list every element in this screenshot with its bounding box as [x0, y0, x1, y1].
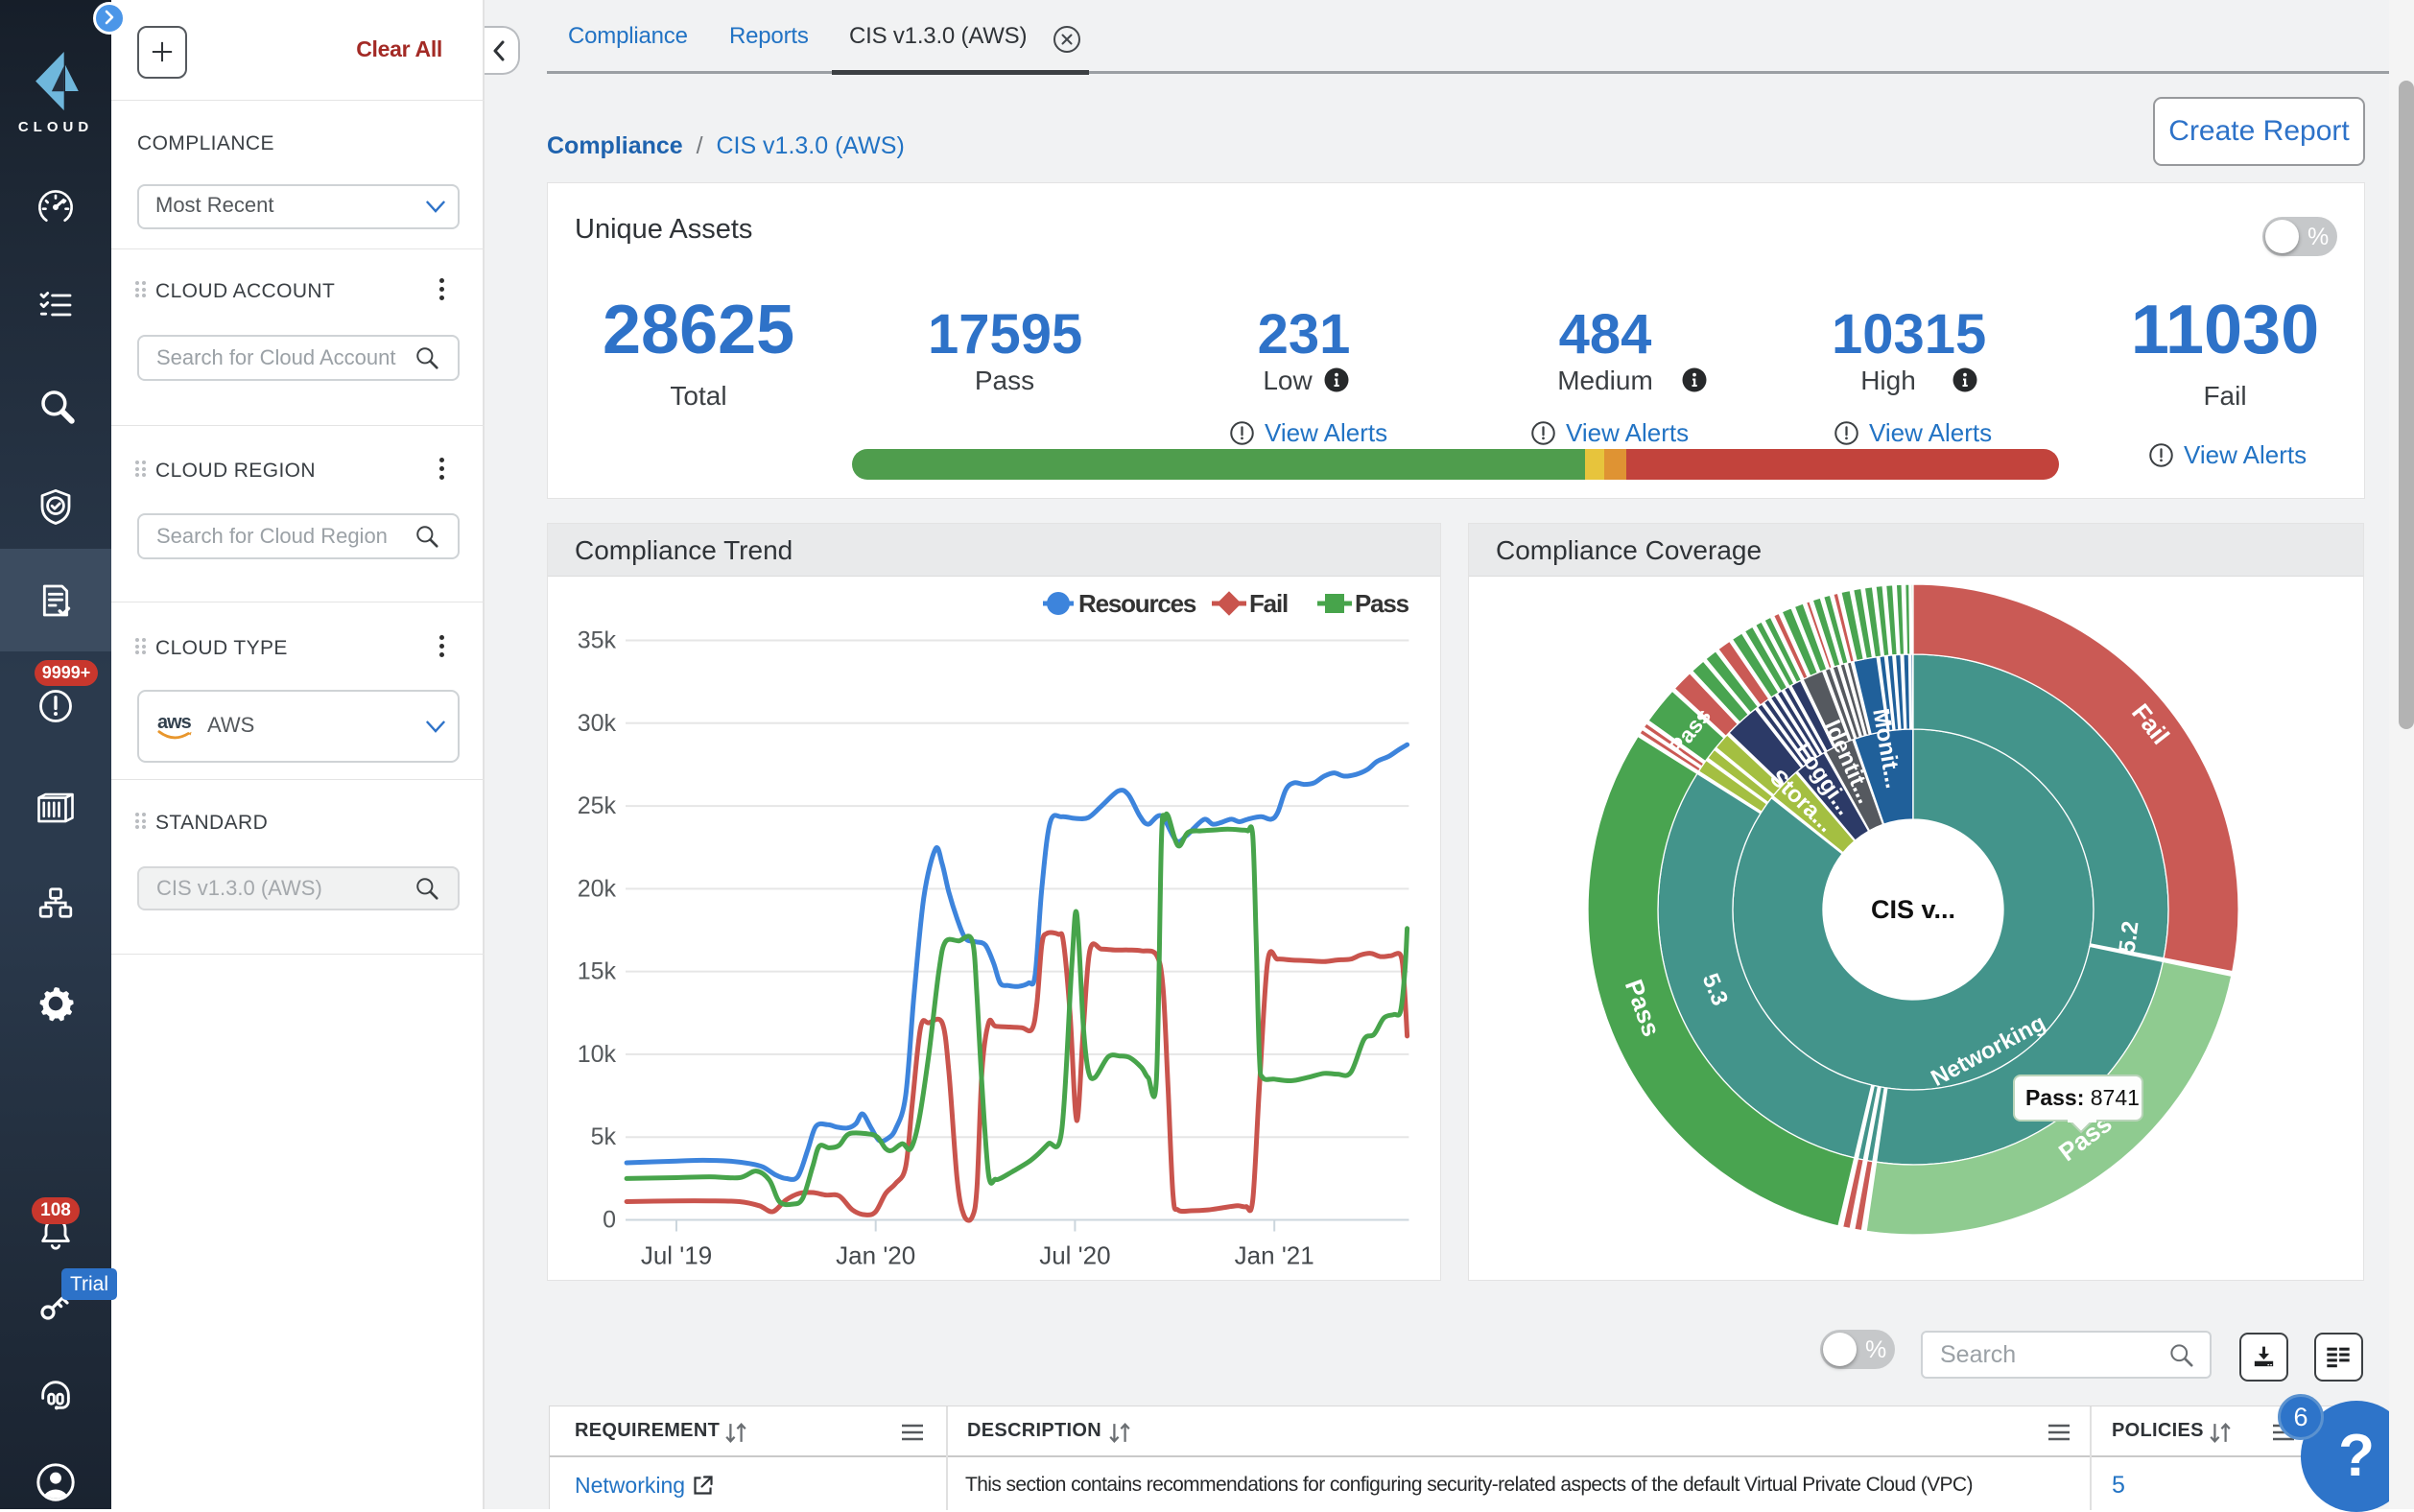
svg-text:Pass: 8741: Pass: 8741	[2025, 1085, 2140, 1110]
svg-text:30k: 30k	[578, 710, 617, 737]
svg-text:Fail: Fail	[1249, 589, 1288, 618]
svg-text:10k: 10k	[578, 1041, 617, 1068]
svg-text:Jul '19: Jul '19	[641, 1241, 712, 1270]
svg-text:15k: 15k	[578, 958, 617, 985]
svg-text:Pass: Pass	[1355, 589, 1409, 618]
svg-text:Resources: Resources	[1078, 589, 1196, 618]
svg-text:CIS v...: CIS v...	[1871, 895, 1955, 924]
svg-text:0: 0	[603, 1207, 616, 1234]
svg-text:20k: 20k	[578, 875, 617, 902]
svg-text:35k: 35k	[578, 627, 617, 654]
svg-text:Jul '20: Jul '20	[1039, 1241, 1110, 1270]
svg-text:5k: 5k	[591, 1123, 617, 1150]
svg-text:Jan '21: Jan '21	[1235, 1241, 1314, 1270]
svg-text:25k: 25k	[578, 792, 617, 819]
svg-text:aws: aws	[157, 712, 192, 733]
svg-text:5.2: 5.2	[2115, 920, 2144, 956]
svg-text:Jan '20: Jan '20	[836, 1241, 915, 1270]
